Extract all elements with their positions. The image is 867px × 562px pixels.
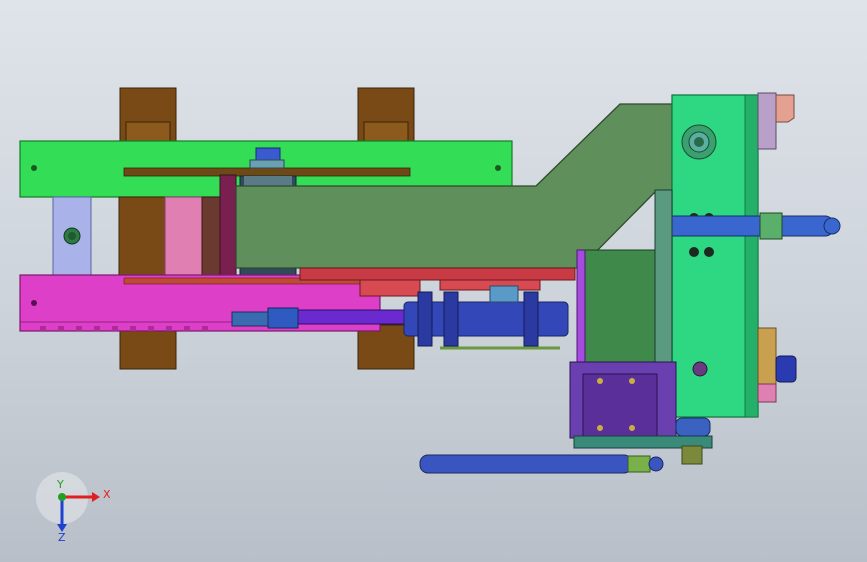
top-mounting-blocks [119, 87, 415, 147]
axis-y-label: Y [57, 478, 64, 491]
assembly-model[interactable] [0, 0, 867, 562]
right-green-plate[interactable] [671, 94, 759, 418]
olive-arm[interactable] [235, 103, 673, 269]
cad-viewport[interactable]: X Y Z [0, 0, 867, 562]
axis-z-label: Z [58, 531, 66, 544]
right-edge-accessories [757, 92, 797, 403]
right-guide-rod[interactable] [655, 212, 841, 240]
bottom-mounting-blocks [119, 324, 415, 370]
bottom-cylinder[interactable] [419, 445, 703, 474]
axis-triad [36, 472, 100, 532]
axis-x-label: X [103, 488, 111, 501]
lavender-side-block [52, 196, 92, 276]
